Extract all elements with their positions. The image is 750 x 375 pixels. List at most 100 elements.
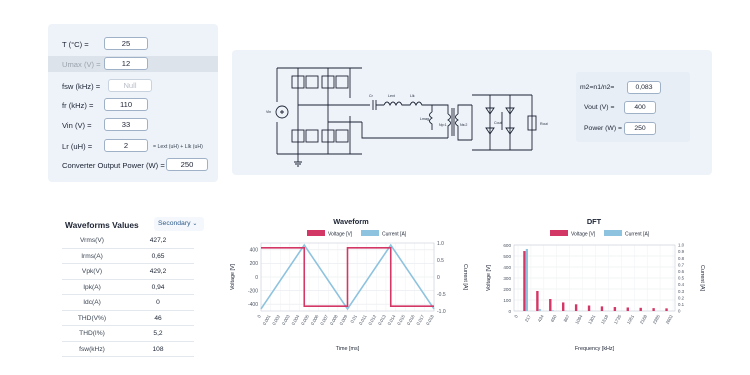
row-name: fsw(kHz) [79, 345, 105, 353]
x-tick-label: 0.013 [377, 314, 387, 326]
y2-tick-label: 1.0 [678, 243, 685, 248]
x-tick-label: 0.01 [349, 314, 358, 324]
y-tick-label: 400 [503, 265, 511, 270]
lr-formula-note: = Lext (uH) + Llk (uH) [153, 144, 203, 150]
x-tick-label: 0 [256, 314, 262, 319]
row-value: 0 [156, 299, 160, 306]
x-tick-label: 2385 [652, 314, 661, 325]
table-row: THD(V%) 46 [62, 311, 194, 326]
output-power-input[interactable]: 250 [166, 158, 208, 171]
y2-tick-label: 0.6 [678, 269, 685, 274]
fsw-label: fsw (kHz) = [62, 82, 101, 91]
vout-label: Vout (V) = [584, 104, 615, 111]
table-row: Idc(A) 0 [62, 295, 194, 311]
x-tick-label: 0.001 [262, 314, 272, 326]
y2-tick-label: 0.5 [678, 276, 685, 281]
voltage-bar [587, 305, 591, 311]
current-bar [538, 309, 541, 311]
y2-tick-label: 0.8 [678, 256, 685, 261]
waveforms-values-title: Waveforms Values [65, 220, 139, 230]
fsw-input[interactable]: Null [108, 79, 152, 92]
x-tick-label: 0.004 [290, 314, 300, 326]
x-tick-label: 0.016 [406, 314, 416, 326]
x-tick-label: 1084 [574, 314, 583, 325]
x-tick-label: 650 [550, 314, 558, 323]
y2-tick-label: 0.9 [678, 249, 685, 254]
x-tick-label: 0.009 [339, 314, 349, 326]
voltage-bar [652, 308, 655, 311]
schematic-lm-label: Lmag [420, 117, 429, 121]
current-bar [525, 248, 528, 311]
x-tick-label: 0.014 [387, 314, 397, 326]
legend-label: Voltage [V] [328, 232, 353, 238]
waveform-chart: Waveform Voltage [V] Current [A] 400 200 0 -20… [230, 217, 468, 352]
row-value: 0,94 [151, 283, 165, 291]
row-name: Vrms(V) [80, 237, 104, 244]
x-tick-label: 0.005 [300, 314, 310, 326]
voltage-bar [626, 307, 629, 311]
y-tick-label: -200 [248, 288, 258, 294]
y-axis-label: Voltage [V] [230, 263, 236, 290]
umax-input[interactable]: 12 [104, 57, 148, 70]
channel-dropdown[interactable]: Secondary ⌄ [154, 217, 204, 231]
x-tick-label: 434 [537, 314, 545, 323]
voltage-bar [536, 290, 539, 311]
row-name: Irms(A) [81, 252, 103, 260]
x-tick-label: 1951 [626, 314, 635, 325]
ratio-output: 0,083 [627, 81, 661, 94]
legend-swatch [361, 230, 379, 236]
schematic-cout-label: Cout [494, 121, 502, 125]
temperature-label: T (°C) = [62, 40, 89, 49]
schematic-lext-label: Lext [388, 94, 395, 98]
converter-schematic: Vin Cr Lext Llk Lmag Np:1 Ns:2 Cout Rout [266, 67, 548, 167]
y-tick-label: 600 [503, 243, 511, 248]
x-tick-label: 2168 [639, 314, 648, 325]
schematic-cr-label: Cr [369, 94, 374, 98]
x-tick-label: 0.017 [415, 314, 425, 326]
x-tick-label: 0.008 [329, 314, 339, 326]
x-tick-label: 1301 [587, 314, 596, 325]
y2-tick-label: 0.3 [678, 289, 685, 294]
temperature-input[interactable]: 25 [104, 37, 148, 50]
schematic-vin-label: Vin [266, 110, 271, 114]
y2-tick-label: 0.4 [678, 282, 685, 287]
ratio-label: m2=n1/n2= [580, 84, 615, 91]
y2-tick-label: 1.0 [437, 241, 444, 247]
voltage-bar [523, 251, 526, 311]
y2-tick-label: 0.5 [437, 258, 444, 264]
schematic-llk-label: Llk [410, 94, 415, 98]
table-row: fsw(kHz) 108 [62, 342, 194, 357]
x-tick-label: 0.018 [425, 314, 435, 326]
y2-tick-label: -0.5 [437, 292, 446, 298]
row-value: 46 [154, 314, 162, 322]
current-bar [551, 310, 554, 311]
table-row: Vrms(V) 427,2 [62, 233, 194, 249]
y-tick-label: 500 [503, 254, 511, 259]
power-label: Power (W) = [584, 125, 622, 132]
table-row: Ipk(A) 0,94 [62, 280, 194, 295]
lr-input[interactable]: 2 [104, 139, 148, 152]
x-tick-label: 0.002 [271, 314, 281, 326]
fr-input[interactable]: 110 [104, 98, 148, 111]
dft-title: DFT [587, 217, 602, 226]
vin-input[interactable]: 33 [104, 118, 148, 131]
waveform-title: Waveform [333, 217, 369, 226]
y2-tick-label: 0 [678, 309, 681, 314]
voltage-bar [574, 304, 578, 311]
y2-tick-label: 0 [437, 275, 440, 281]
y-tick-label: 0 [508, 309, 511, 314]
x-axis-label: Frequency [kHz] [575, 346, 615, 352]
y-tick-label: 200 [503, 287, 511, 292]
table-row: THD(I%) 5,2 [62, 326, 194, 342]
x-tick-label: 0 [513, 314, 519, 319]
x-tick-label: 0.003 [281, 314, 291, 326]
schematic-np-label: Np:1 [439, 123, 447, 127]
y-tick-label: 300 [503, 276, 511, 281]
voltage-bar [549, 299, 552, 311]
voltage-bar [600, 306, 604, 311]
y-axis-label: Voltage [V] [486, 264, 492, 291]
legend-label: Current [A] [382, 232, 407, 238]
row-value: 5,2 [153, 330, 163, 337]
legend-swatch [307, 230, 325, 236]
x-tick-label: 0.006 [310, 314, 320, 326]
